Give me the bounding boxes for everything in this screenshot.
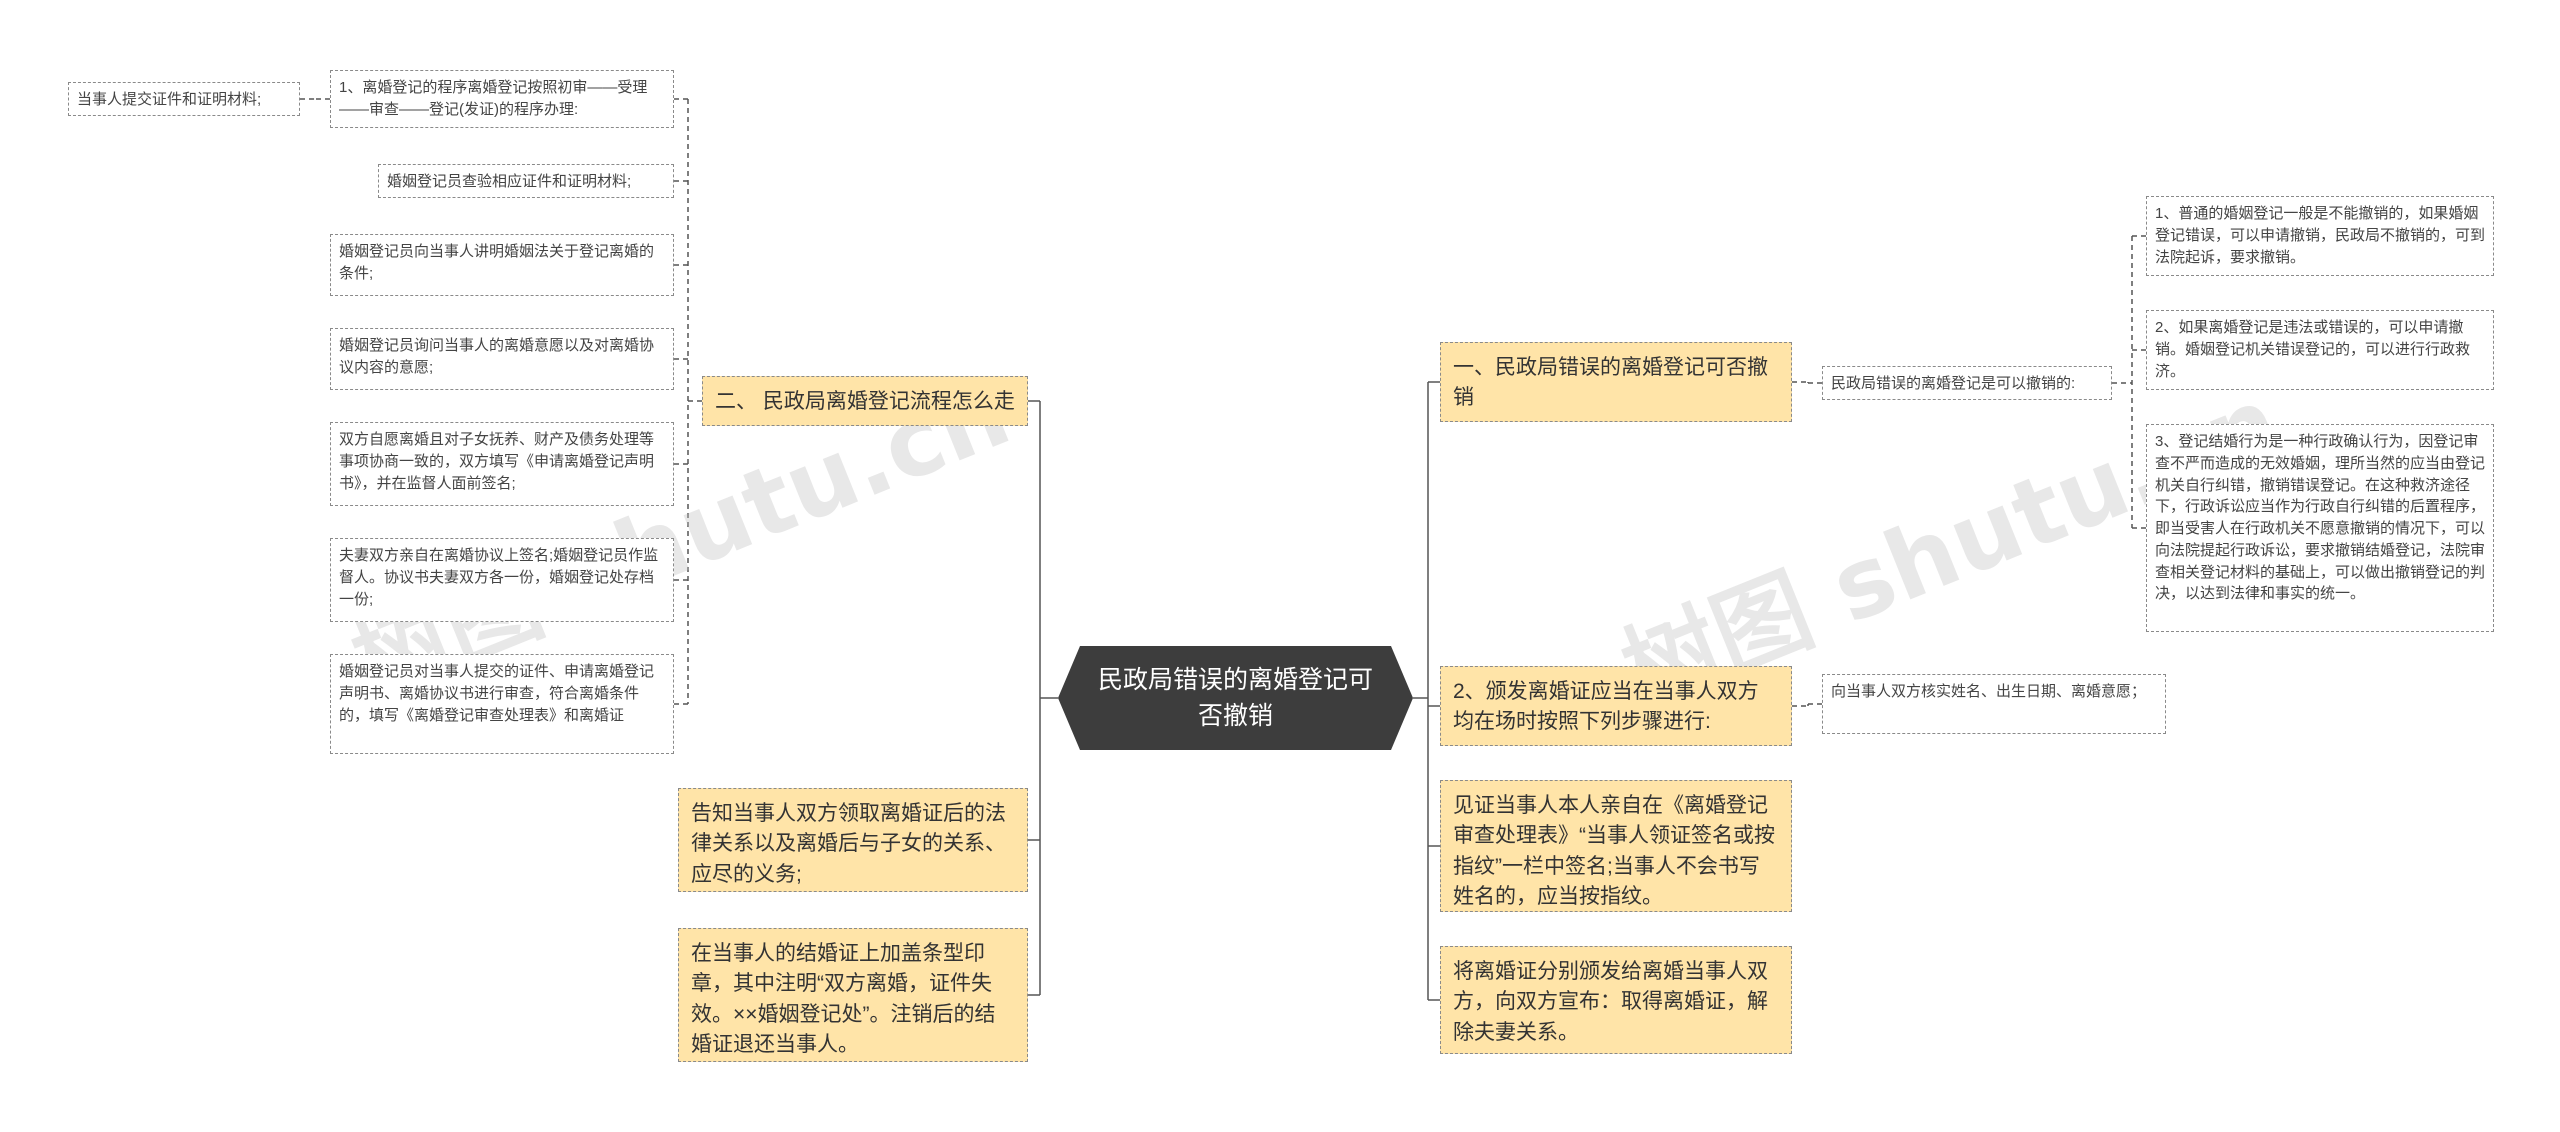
branch-right-1-leaf-3[interactable]: 3、登记结婚行为是一种行政确认行为，因登记审查不严而造成的无效婚姻，理所当然的应… bbox=[2146, 424, 2494, 632]
branch-right-2-leaf[interactable]: 向当事人双方核实姓名、出生日期、离婚意愿； bbox=[1822, 674, 2166, 734]
branch-left-1-sub-leaf[interactable]: 当事人提交证件和证明材料; bbox=[68, 82, 300, 116]
branch-right-4[interactable]: 将离婚证分别颁发给离婚当事人双方，向双方宣布：取得离婚证，解除夫妻关系。 bbox=[1440, 946, 1792, 1054]
root-topic[interactable]: 民政局错误的离婚登记可否撤销 bbox=[1058, 646, 1413, 750]
branch-left-1-leaf-2[interactable]: 婚姻登记员查验相应证件和证明材料; bbox=[378, 164, 674, 198]
branch-left-1-leaf-3[interactable]: 婚姻登记员向当事人讲明婚姻法关于登记离婚的条件; bbox=[330, 234, 674, 296]
branch-left-1[interactable]: 二、 民政局离婚登记流程怎么走 bbox=[702, 376, 1028, 426]
branch-right-2[interactable]: 2、颁发离婚证应当在当事人双方均在场时按照下列步骤进行: bbox=[1440, 666, 1792, 746]
branch-left-3[interactable]: 在当事人的结婚证上加盖条型印章，其中注明“双方离婚，证件失效。××婚姻登记处”。… bbox=[678, 928, 1028, 1062]
branch-right-1-leaf-2[interactable]: 2、如果离婚登记是违法或错误的，可以申请撤销。婚姻登记机关错误登记的，可以进行行… bbox=[2146, 310, 2494, 390]
branch-left-2[interactable]: 告知当事人双方领取离婚证后的法律关系以及离婚后与子女的关系、应尽的义务; bbox=[678, 788, 1028, 892]
branch-left-1-leaf-4[interactable]: 婚姻登记员询问当事人的离婚意愿以及对离婚协议内容的意愿; bbox=[330, 328, 674, 390]
mind-map-canvas: 树图 shutu.cn 树图 shutu.cn 民政局错误的离婚登记可否撤销 一… bbox=[0, 0, 2560, 1132]
branch-right-3[interactable]: 见证当事人本人亲自在《离婚登记审查处理表》“当事人领证签名或按指纹”一栏中签名;… bbox=[1440, 780, 1792, 912]
branch-right-1-leaf-1[interactable]: 1、普通的婚姻登记一般是不能撤销的，如果婚姻登记错误，可以申请撤销，民政局不撤销… bbox=[2146, 196, 2494, 276]
branch-right-1-child[interactable]: 民政局错误的离婚登记是可以撤销的: bbox=[1822, 366, 2112, 400]
branch-left-1-leaf-1[interactable]: 1、离婚登记的程序离婚登记按照初审——受理——审查——登记(发证)的程序办理: bbox=[330, 70, 674, 128]
branch-left-1-leaf-5[interactable]: 双方自愿离婚且对子女抚养、财产及债务处理等事项协商一致的，双方填写《申请离婚登记… bbox=[330, 422, 674, 506]
branch-left-1-leaf-6[interactable]: 夫妻双方亲自在离婚协议上签名;婚姻登记员作监督人。协议书夫妻双方各一份，婚姻登记… bbox=[330, 538, 674, 622]
branch-right-1[interactable]: 一、民政局错误的离婚登记可否撤销 bbox=[1440, 342, 1792, 422]
branch-left-1-leaf-7[interactable]: 婚姻登记员对当事人提交的证件、申请离婚登记声明书、离婚协议书进行审查，符合离婚条… bbox=[330, 654, 674, 754]
